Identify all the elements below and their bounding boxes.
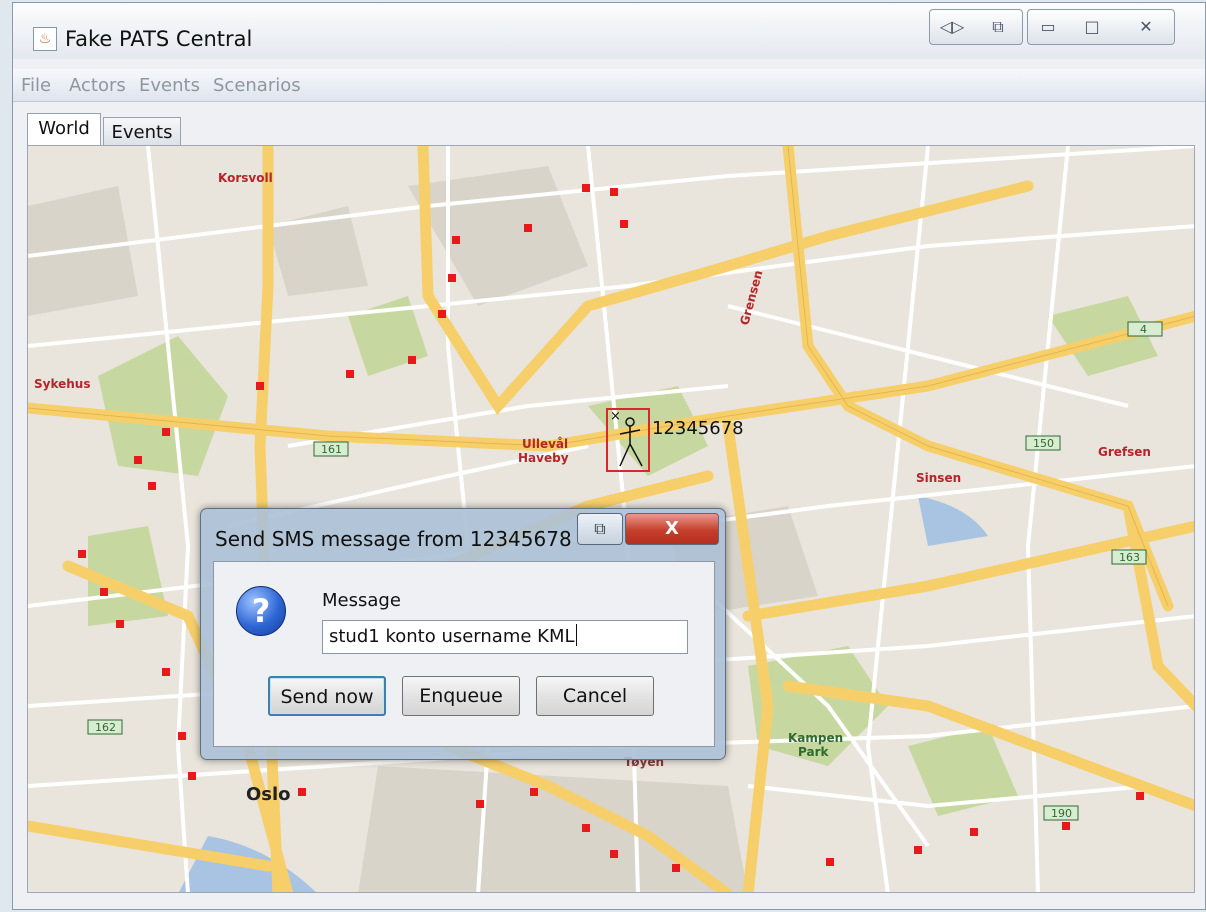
actor-marker <box>826 858 834 866</box>
actor-marker <box>1136 792 1144 800</box>
tab-events[interactable]: Events <box>103 117 181 145</box>
actor-marker <box>148 482 156 490</box>
dialog-title: Send SMS message from 12345678 <box>215 527 572 551</box>
close-button[interactable]: ✕ <box>1120 10 1172 44</box>
selected-actor[interactable]: × <box>606 408 650 472</box>
actor-marker <box>100 588 108 596</box>
title-bar[interactable]: ♨ Fake PATS Central ◁▷ ⧉ ▭ □ ✕ <box>13 3 1205 59</box>
menu-file[interactable]: File <box>21 75 51 96</box>
send-now-button[interactable]: Send now <box>268 676 386 716</box>
actor-marker <box>134 456 142 464</box>
actor-marker <box>188 772 196 780</box>
actor-marker <box>582 184 590 192</box>
label-sykehus: Sykehus <box>34 377 91 391</box>
road-badge-4: 4 <box>1140 323 1147 336</box>
label-korsvoll: Korsvoll <box>218 171 273 185</box>
actor-marker <box>178 732 186 740</box>
dialog-body: ? Message stud1 konto username KML Send … <box>213 561 715 747</box>
actor-marker <box>162 668 170 676</box>
actor-marker <box>346 370 354 378</box>
main-window: ♨ Fake PATS Central ◁▷ ⧉ ▭ □ ✕ File Acto… <box>12 2 1206 910</box>
actor-phone-label: 12345678 <box>652 418 744 439</box>
window-controls: ▭ □ ✕ <box>1027 9 1175 45</box>
tab-world[interactable]: World <box>27 113 101 145</box>
menu-bar: File Actors Events Scenarios <box>13 69 1205 102</box>
label-park: Park <box>798 745 829 759</box>
detach-icon[interactable]: ⧉ <box>976 10 1020 44</box>
actor-marker <box>408 356 416 364</box>
label-sinsen: Sinsen <box>916 471 961 485</box>
cancel-button[interactable]: Cancel <box>536 676 654 716</box>
road-badge-163: 163 <box>1119 551 1140 564</box>
actor-marker <box>620 220 628 228</box>
road-badge-150: 150 <box>1033 437 1054 450</box>
actor-marker <box>914 846 922 854</box>
actor-marker <box>970 828 978 836</box>
menu-events[interactable]: Events <box>139 75 200 96</box>
label-haveby: Haveby <box>518 451 569 465</box>
actor-marker <box>438 310 446 318</box>
window-extra-controls: ◁▷ ⧉ <box>929 9 1023 45</box>
label-kampen: Kampen <box>788 731 843 745</box>
window-title: Fake PATS Central <box>65 27 253 51</box>
menu-scenarios[interactable]: Scenarios <box>213 75 301 96</box>
actor-marker <box>162 428 170 436</box>
dock-icon[interactable]: ◁▷ <box>930 10 974 44</box>
actor-marker <box>298 788 306 796</box>
dialog-close-button[interactable]: X <box>625 513 719 545</box>
actor-marker <box>448 274 456 282</box>
label-grefsen: Grefsen <box>1098 445 1151 459</box>
actor-marker <box>610 850 618 858</box>
java-app-icon: ♨ <box>33 27 57 51</box>
actor-marker <box>672 864 680 872</box>
text-caret <box>575 624 577 646</box>
message-label: Message <box>322 590 401 611</box>
actor-marker <box>116 620 124 628</box>
minimize-button[interactable]: ▭ <box>1028 10 1068 44</box>
actor-marker <box>256 382 264 390</box>
actor-marker <box>582 824 590 832</box>
menu-actors[interactable]: Actors <box>69 75 126 96</box>
road-badge-161: 161 <box>321 443 342 456</box>
question-icon: ? <box>236 586 286 636</box>
message-text: stud1 konto username KML <box>329 626 575 647</box>
road-badge-190: 190 <box>1051 807 1072 820</box>
enqueue-button[interactable]: Enqueue <box>402 676 520 716</box>
actor-marker <box>610 188 618 196</box>
actor-marker <box>1062 822 1070 830</box>
actor-marker <box>524 224 532 232</box>
actor-marker <box>452 236 460 244</box>
label-oslo: Oslo <box>246 784 291 805</box>
dialog-restore-button[interactable]: ⧉ <box>577 513 623 545</box>
sms-dialog: Send SMS message from 12345678 ⧉ X ? Mes… <box>200 508 726 760</box>
actor-marker <box>530 788 538 796</box>
road-badge-162: 162 <box>95 721 116 734</box>
person-icon <box>619 417 643 467</box>
actor-marker <box>78 550 86 558</box>
message-input[interactable]: stud1 konto username KML <box>322 620 688 654</box>
label-ulleval: Ullevål <box>522 437 568 451</box>
actor-marker <box>476 800 484 808</box>
maximize-button[interactable]: □ <box>1072 10 1112 44</box>
